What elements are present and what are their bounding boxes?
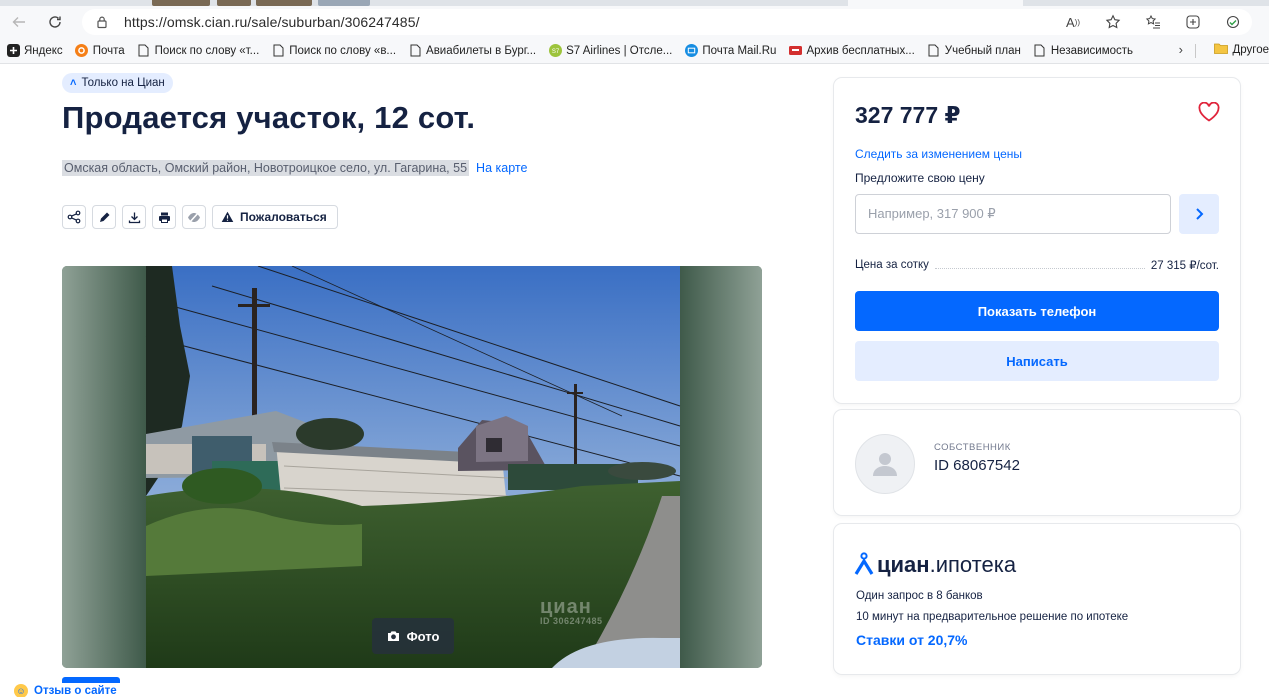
eye-off-icon (188, 210, 200, 224)
url-text[interactable]: https://omsk.cian.ru/sale/suburban/30624… (124, 14, 420, 30)
page-icon (137, 44, 151, 58)
reload-icon (49, 16, 61, 28)
show-phone-button[interactable]: Показать телефон (855, 291, 1219, 331)
address-bar-row: https://omsk.cian.ru/sale/suburban/30624… (0, 6, 1269, 38)
mailru-icon (684, 44, 698, 58)
user-icon (873, 453, 897, 476)
page-icon (927, 44, 941, 58)
read-aloud-icon[interactable]: A)) (1062, 11, 1084, 33)
cian-arrow-icon: ˄ (70, 77, 77, 89)
address-row: Омская область, Омский район, Новотроицк… (62, 160, 527, 176)
price-per-sotka-value: 27 315 ₽/сот. (1150, 260, 1219, 272)
reload-button[interactable] (42, 9, 68, 35)
archive-icon (788, 44, 802, 58)
bookmark-s7[interactable]: S7 S7 Airlines | Отсле... (548, 44, 672, 58)
chevron-right-icon (1196, 208, 1204, 220)
owner-card[interactable]: СОБСТВЕННИК ID 68067542 (834, 410, 1240, 515)
chevron-right-icon[interactable]: › (1179, 42, 1183, 57)
page-icon (408, 44, 422, 58)
hide-button[interactable] (182, 205, 206, 229)
bookmark-archive[interactable]: Архив бесплатных... (788, 44, 915, 58)
listing-toolbar: Пожаловаться (62, 205, 338, 229)
owner-id[interactable]: ID 68067542 (934, 457, 1020, 474)
cian-logo-icon (854, 552, 874, 575)
price: 327 777 ₽ (855, 102, 961, 128)
s7-icon: S7 (548, 44, 562, 58)
bookmark-folder-other[interactable]: Другое (1214, 42, 1269, 57)
photo-gallery[interactable]: циан ID 306247485 Фото (62, 266, 762, 668)
share-icon (67, 210, 81, 224)
price-per-sotka-row: Цена за сотку 27 315 ₽/сот. (855, 258, 1219, 272)
download-button[interactable] (122, 205, 146, 229)
printer-icon (158, 212, 170, 223)
plus-square-icon (6, 44, 20, 58)
bookmark-independence[interactable]: Независимость (1033, 44, 1133, 58)
mortgage-line-two: 10 минут на предварительное решение по и… (856, 611, 1129, 623)
write-message-button[interactable]: Написать (855, 341, 1219, 381)
folder-icon (1214, 42, 1229, 57)
collections-icon[interactable] (1182, 11, 1204, 33)
bookmark-search-t[interactable]: Поиск по слову «т... (137, 44, 259, 58)
bookmark-mail[interactable]: Почта (75, 44, 125, 58)
mortgage-card[interactable]: циан .ипотека Один запрос в 8 банков 10 м… (834, 524, 1240, 674)
mortgage-rates-link[interactable]: Ставки от 20,7% (856, 632, 968, 648)
bookmarks-divider (1195, 44, 1196, 58)
on-map-link[interactable]: На карте (476, 161, 527, 175)
back-button[interactable] (6, 9, 32, 35)
page-icon (271, 44, 285, 58)
download-icon (128, 212, 140, 223)
offer-price-label: Предложите свою цену (855, 171, 985, 185)
bookmark-flights[interactable]: Авиабилеты в Бург... (408, 44, 536, 58)
mortgage-line-one: Один запрос в 8 банков (856, 590, 983, 602)
price-card: 327 777 ₽ Следить за изменением цены Пре… (834, 78, 1240, 403)
avatar[interactable] (855, 434, 915, 494)
star-icon[interactable] (1102, 11, 1124, 33)
page-title: Продается участок, 12 сот. (62, 100, 476, 135)
listing-photo[interactable] (62, 266, 762, 668)
address-text: Омская область, Омский район, Новотроицк… (62, 160, 470, 176)
heart-icon (1198, 101, 1220, 122)
cian-mortgage-logo: циан .ипотека (854, 552, 1016, 578)
offer-price-input[interactable]: Например, 317 900 ₽ (855, 194, 1171, 234)
extension-icon[interactable] (1222, 11, 1244, 33)
url-bar[interactable]: https://omsk.cian.ru/sale/suburban/30624… (82, 9, 1252, 35)
camera-icon (387, 631, 399, 641)
dotted-leader (934, 261, 1145, 269)
only-on-cian-badge: ˄ Только на Циан (62, 73, 173, 93)
warning-icon (221, 211, 234, 222)
track-price-link[interactable]: Следить за изменением цены (855, 147, 1022, 161)
gallery-tab-indicator[interactable] (62, 677, 120, 683)
site-feedback-link[interactable]: ☺ Отзыв о сайте (14, 684, 117, 697)
watermark: циан ID 306247485 (540, 596, 603, 626)
arrow-left-icon (12, 17, 25, 27)
smile-icon: ☺ (14, 684, 28, 697)
favorite-button[interactable] (1198, 101, 1220, 127)
share-button[interactable] (62, 205, 86, 229)
favorites-list-icon[interactable] (1142, 11, 1164, 33)
svg-text:S7: S7 (551, 49, 559, 55)
page-icon (1033, 44, 1047, 58)
note-button[interactable] (92, 205, 116, 229)
offer-submit-button[interactable] (1179, 194, 1219, 234)
bookmark-study-plan[interactable]: Учебный план (927, 44, 1021, 58)
lock-icon[interactable] (94, 14, 110, 30)
pencil-icon (99, 212, 109, 222)
bookmarks-bar: Яндекс Почта Поиск по слову «т... Поиск … (0, 38, 1269, 64)
complain-button[interactable]: Пожаловаться (212, 205, 338, 229)
bookmark-search-v[interactable]: Поиск по слову «в... (271, 44, 396, 58)
print-button[interactable] (152, 205, 176, 229)
bookmark-mailru[interactable]: Почта Mail.Ru (684, 44, 776, 58)
bookmark-yandex[interactable]: Яндекс (6, 44, 63, 58)
price-per-sotka-label: Цена за сотку (855, 259, 929, 271)
owner-role: СОБСТВЕННИК (934, 442, 1011, 453)
photo-button[interactable]: Фото (372, 618, 454, 654)
mail-icon (75, 44, 89, 58)
